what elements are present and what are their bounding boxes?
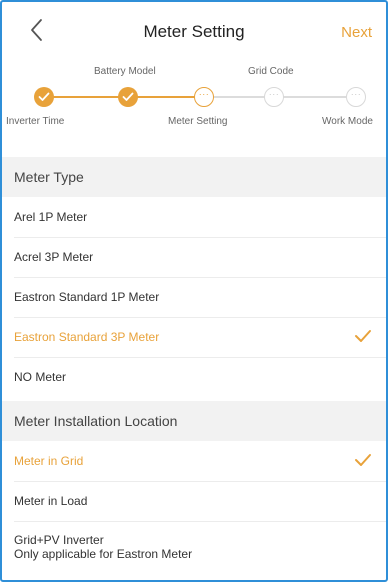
- option-no-meter[interactable]: NO Meter: [2, 357, 386, 397]
- check-icon: [122, 92, 134, 101]
- step-battery-model-complete[interactable]: [118, 87, 138, 107]
- section-header-meter-location: Meter Installation Location: [2, 401, 386, 441]
- step-label-inverter-time: Inverter Time: [6, 116, 65, 127]
- step-connector: [283, 96, 346, 98]
- next-button[interactable]: Next: [341, 24, 372, 41]
- step-label-work-mode: Work Mode: [322, 116, 373, 127]
- option-eastron-3p-meter[interactable]: Eastron Standard 3P Meter: [2, 317, 386, 357]
- section-header-meter-type: Meter Type: [2, 157, 386, 197]
- step-connector: [136, 96, 195, 98]
- option-label: Eastron Standard 3P Meter: [14, 330, 160, 344]
- app-frame: Meter Setting Next Battery Model Grid Co…: [0, 0, 388, 582]
- setup-stepper: Battery Model Grid Code ··· ··· ··· Inve…: [2, 64, 386, 144]
- step-grid-code-pending[interactable]: ···: [264, 87, 284, 107]
- check-icon: [38, 92, 50, 101]
- step-connector: [46, 96, 120, 98]
- option-eastron-1p-meter[interactable]: Eastron Standard 1P Meter: [2, 277, 386, 317]
- option-acrel-3p-meter[interactable]: Acrel 3P Meter: [2, 237, 386, 277]
- step-work-mode-pending[interactable]: ···: [346, 87, 366, 107]
- option-arel-1p-meter[interactable]: Arel 1P Meter: [2, 197, 386, 237]
- checkmark-icon: [355, 454, 371, 466]
- top-bar: Meter Setting Next: [2, 2, 386, 64]
- step-label-grid-code: Grid Code: [248, 66, 294, 77]
- option-grid-pv-inverter[interactable]: Grid+PV Inverter Only applicable for Eas…: [2, 521, 386, 579]
- checkmark-icon: [355, 330, 371, 342]
- step-label-battery-model: Battery Model: [94, 66, 156, 77]
- ellipsis-icon: ···: [268, 89, 280, 99]
- option-label: Meter in Grid: [14, 454, 84, 468]
- option-label: Grid+PV Inverter: [14, 533, 104, 547]
- step-label-meter-setting: Meter Setting: [168, 116, 228, 127]
- option-meter-in-load[interactable]: Meter in Load: [2, 481, 386, 521]
- ellipsis-icon: ···: [350, 89, 362, 99]
- option-sublabel: Only applicable for Eastron Meter: [14, 547, 193, 561]
- step-inverter-time-complete[interactable]: [34, 87, 54, 107]
- step-connector: [213, 96, 265, 98]
- page-title: Meter Setting: [143, 22, 245, 41]
- step-meter-setting-current[interactable]: ···: [194, 87, 214, 107]
- ellipsis-icon: ···: [198, 89, 210, 99]
- option-meter-in-grid[interactable]: Meter in Grid: [2, 441, 386, 481]
